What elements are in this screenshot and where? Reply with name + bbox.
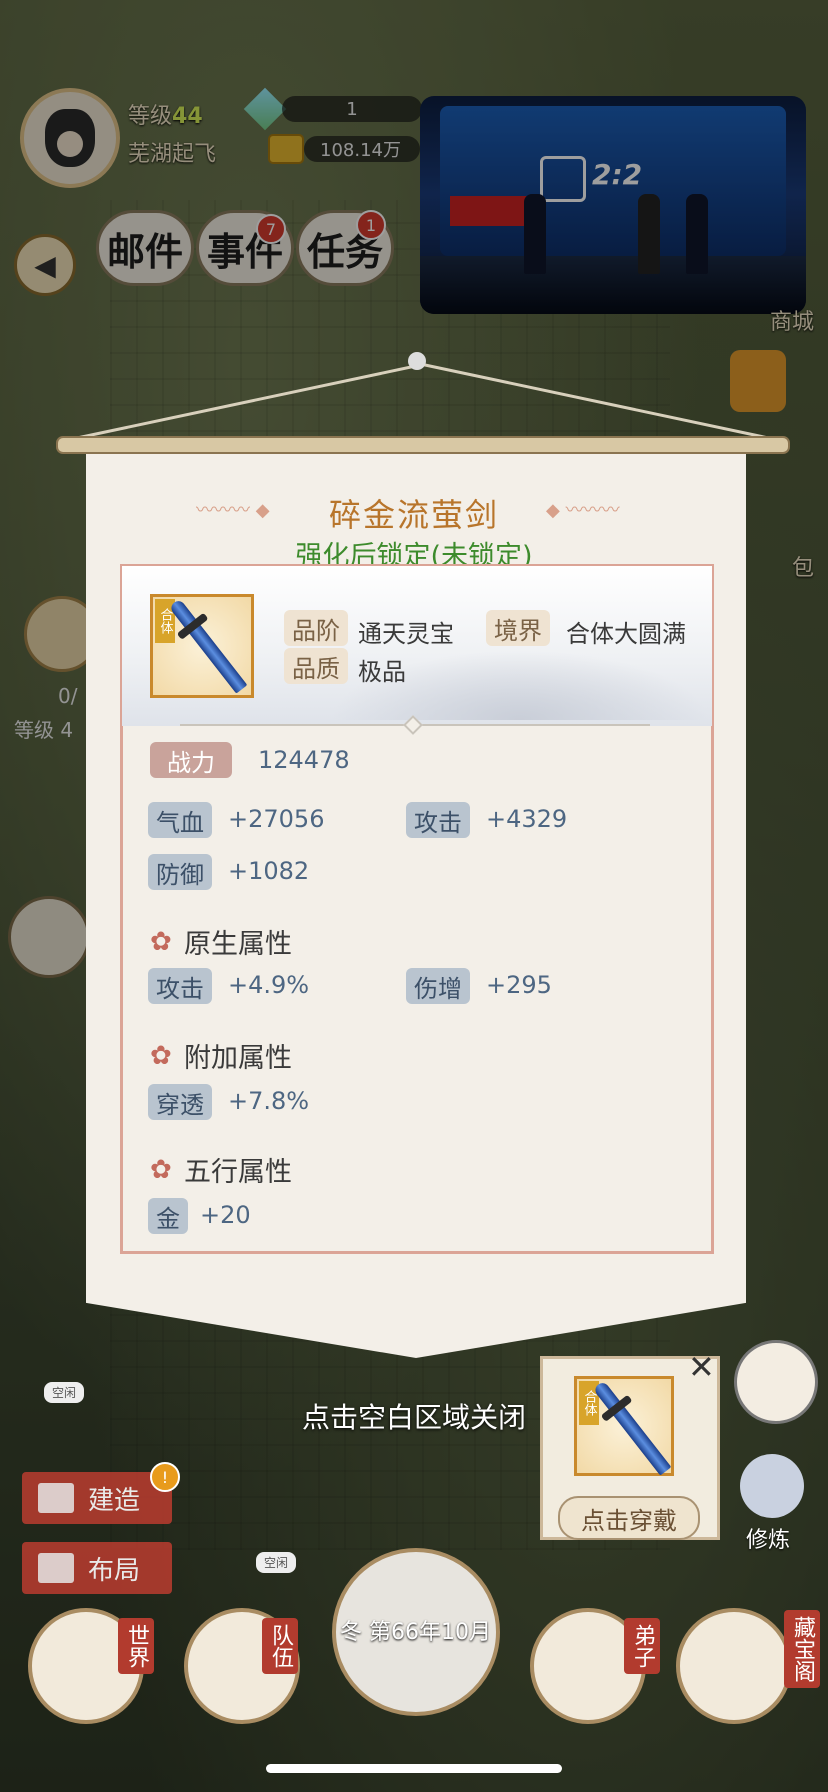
stat-value: +7.8% <box>228 1087 310 1115</box>
flower-icon: ✿ <box>150 926 172 957</box>
stat-value: +20 <box>200 1201 251 1229</box>
quality-value: 极品 <box>358 658 406 686</box>
item-title: 碎金流萤剑 <box>328 496 499 534</box>
grade-value: 通天灵宝 <box>358 620 454 648</box>
stat-value: +1082 <box>228 857 310 885</box>
scroll-rod <box>56 436 790 454</box>
nav-treasury-button[interactable] <box>676 1608 792 1724</box>
flower-icon: ✿ <box>150 1154 172 1185</box>
item-icon: 合体 <box>150 594 254 698</box>
extra-attr-heading: ✿ 附加属性 <box>150 1036 292 1075</box>
build-label: 建造 <box>88 1485 141 1516</box>
nav-team-label: 队伍 <box>262 1618 298 1674</box>
idle-tag: 空闲 <box>256 1552 297 1573</box>
nav-treasury-label: 藏宝阁 <box>784 1610 820 1688</box>
element-attr-title: 五行属性 <box>184 1157 292 1188</box>
native-attr-title: 原生属性 <box>184 929 292 960</box>
alert-badge: ! <box>150 1462 180 1492</box>
sword-icon <box>168 598 248 694</box>
stat-label: 气血 <box>148 802 212 838</box>
realm-label: 境界 <box>486 610 550 646</box>
chat-icon[interactable] <box>734 1340 818 1424</box>
extra-attr-title: 附加属性 <box>184 1043 292 1074</box>
hanging-nail <box>408 352 426 370</box>
date-label: 第66年10月 <box>369 1620 492 1645</box>
layout-button[interactable]: 布局 <box>22 1542 172 1594</box>
nav-world-label: 世界 <box>118 1618 154 1674</box>
season-date: 冬 第66年10月 <box>340 1614 491 1646</box>
grade-label: 品阶 <box>284 610 348 646</box>
native-attr-heading: ✿ 原生属性 <box>150 922 292 961</box>
equip-button[interactable]: 点击穿戴 <box>558 1496 700 1540</box>
power-label: 战力 <box>150 742 232 778</box>
stat-label: 金 <box>148 1198 188 1234</box>
stat-value: +27056 <box>228 805 325 833</box>
element-attr-heading: ✿ 五行属性 <box>150 1150 292 1189</box>
quality-label: 品质 <box>284 648 348 684</box>
layout-label: 布局 <box>88 1555 141 1586</box>
stat-label: 伤增 <box>406 968 470 1004</box>
season-label: 冬 <box>340 1620 363 1645</box>
realm-value: 合体大圆满 <box>566 620 686 648</box>
title-ornament-right: ◆ 〰〰〰 <box>546 500 620 521</box>
cultivate-icon[interactable] <box>740 1454 804 1518</box>
stat-label: 攻击 <box>148 968 212 1004</box>
equip-item-icon[interactable]: 合体 <box>574 1376 674 1476</box>
close-icon[interactable]: ✕ <box>688 1348 715 1386</box>
house-icon <box>38 1483 74 1513</box>
layout-icon <box>38 1553 74 1583</box>
stat-label: 穿透 <box>148 1084 212 1120</box>
cultivate-label[interactable]: 修炼 <box>746 1522 790 1554</box>
idle-tag: 空闲 <box>44 1382 85 1403</box>
power-value: 124478 <box>258 746 350 774</box>
nav-disciples-label: 弟子 <box>624 1618 660 1674</box>
home-indicator[interactable] <box>266 1764 562 1773</box>
flower-icon: ✿ <box>150 1040 172 1071</box>
stat-label: 攻击 <box>406 802 470 838</box>
stat-value: +4329 <box>486 805 568 833</box>
stat-value: +4.9% <box>228 971 310 999</box>
stat-label: 防御 <box>148 854 212 890</box>
sword-icon <box>592 1380 672 1476</box>
stat-value: +295 <box>486 971 552 999</box>
